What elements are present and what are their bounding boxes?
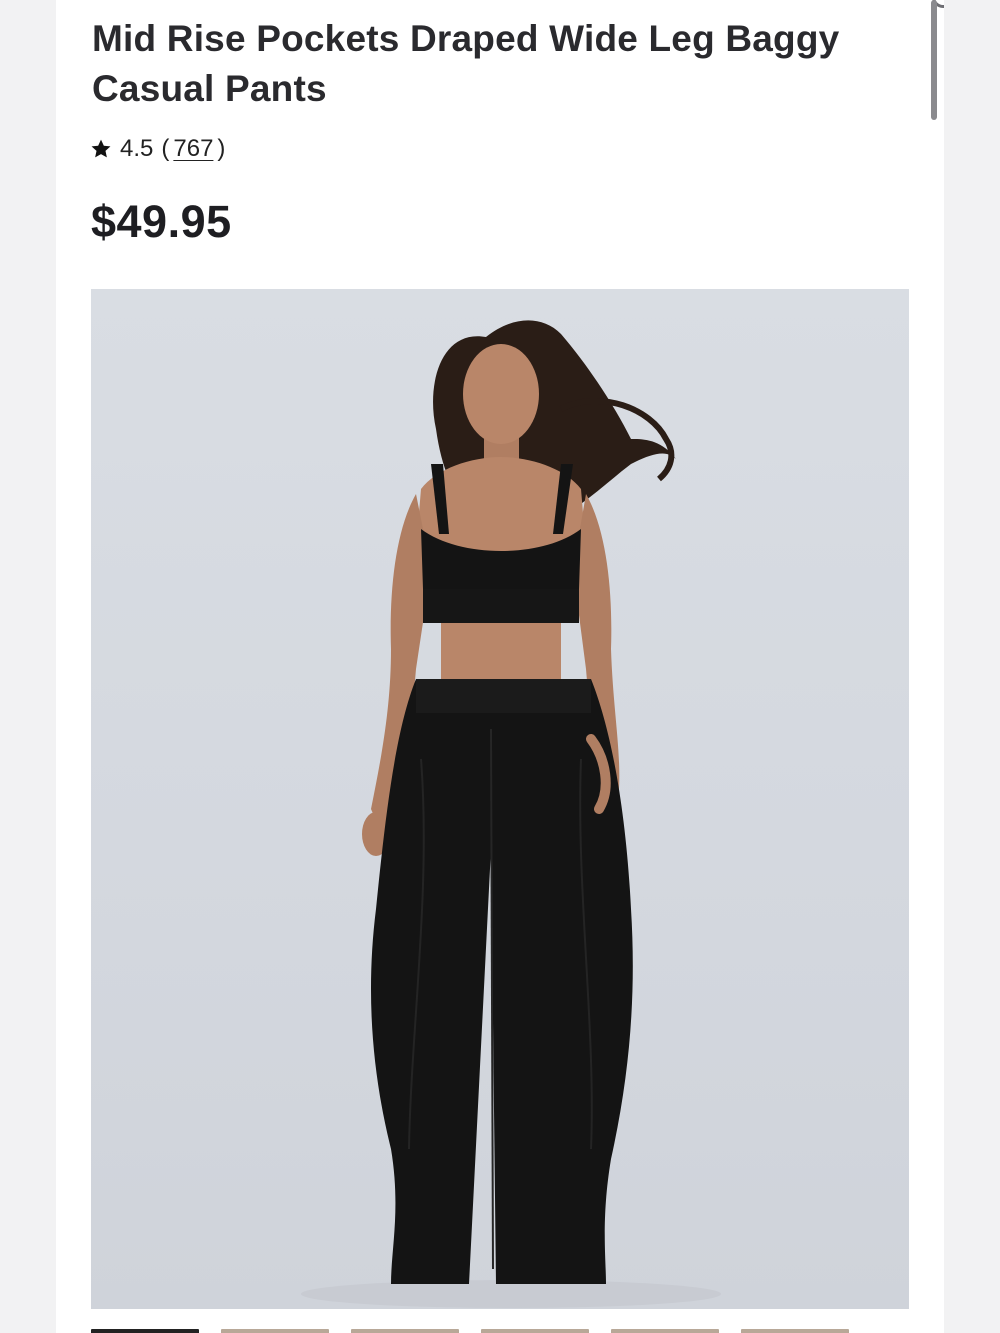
scrollbar-thumb[interactable]	[931, 0, 937, 120]
scrollbar[interactable]	[929, 0, 939, 122]
thumbnail-2[interactable]	[221, 1329, 329, 1333]
product-price: $49.95	[91, 196, 232, 247]
thumbnail-4[interactable]	[481, 1329, 589, 1333]
thumbnail-strip	[91, 1329, 909, 1333]
review-count-link[interactable]: 767	[173, 135, 213, 163]
thumbnail-5[interactable]	[611, 1329, 719, 1333]
rating-close-paren: )	[217, 135, 226, 162]
product-rating: 4.5 ( 767 )	[90, 132, 225, 166]
model-illustration	[301, 320, 721, 1308]
rating-open-paren: (	[161, 135, 170, 162]
thumbnail-1[interactable]	[91, 1329, 199, 1333]
star-icon	[90, 138, 112, 160]
thumbnail-3[interactable]	[351, 1329, 459, 1333]
product-image[interactable]	[91, 289, 909, 1309]
product-page: Mid Rise Pockets Draped Wide Leg Baggy C…	[56, 0, 944, 1333]
rating-value: 4.5	[120, 135, 154, 162]
product-title: Mid Rise Pockets Draped Wide Leg Baggy C…	[92, 18, 840, 109]
thumbnail-6[interactable]	[741, 1329, 849, 1333]
